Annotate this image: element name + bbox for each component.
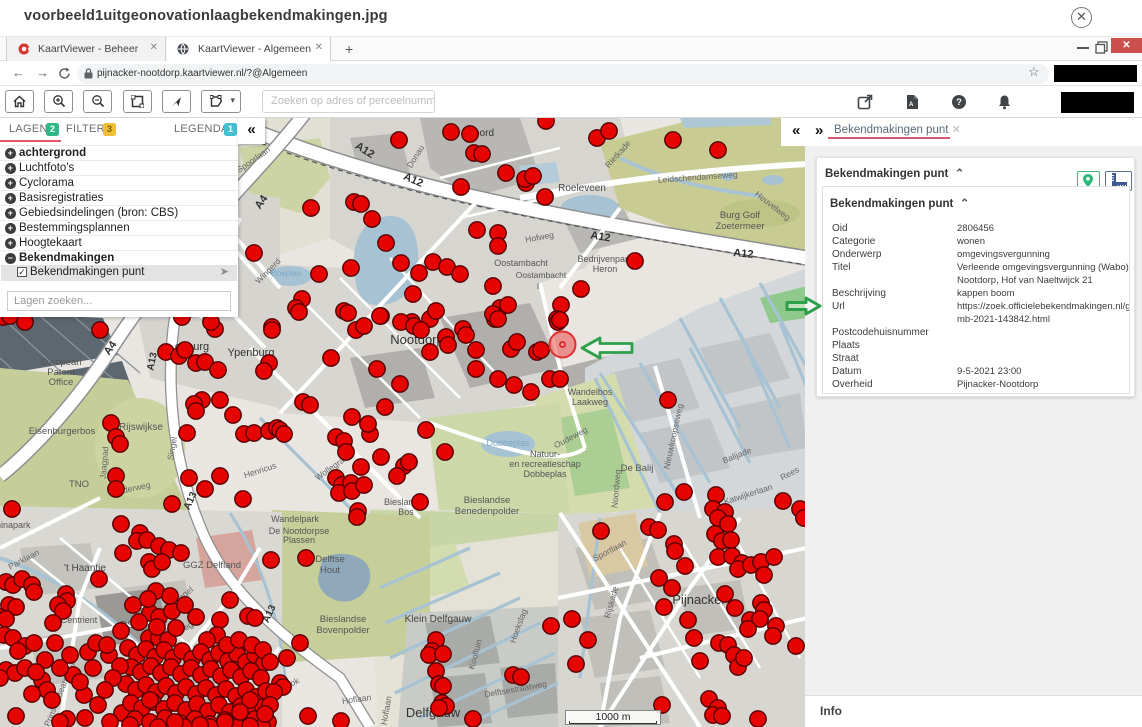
svg-text:Burg Golf: Burg Golf — [720, 210, 760, 221]
svg-text:Oostambacht: Oostambacht — [516, 270, 567, 280]
svg-text:TNO: TNO — [69, 479, 89, 490]
svg-text:Bieslandse: Bieslandse — [464, 495, 510, 506]
svg-text:Benedenpolder: Benedenpolder — [455, 506, 519, 517]
svg-text:Bos: Bos — [398, 507, 414, 517]
svg-text:Bedrijvenpark: Bedrijvenpark — [577, 254, 633, 264]
svg-text:Hout: Hout — [320, 565, 340, 576]
svg-text:Laakweg: Laakweg — [572, 397, 608, 407]
svg-text:Dobbeplas: Dobbeplas — [486, 438, 530, 448]
svg-text:Plassen: Plassen — [283, 535, 315, 545]
svg-text:Roeleveen: Roeleveen — [558, 183, 606, 194]
svg-text:Office: Office — [49, 377, 74, 388]
svg-text:Bosplas: Bosplas — [271, 268, 301, 278]
svg-text:Wandelpark: Wandelpark — [271, 514, 319, 524]
svg-text:A: A — [909, 102, 914, 108]
svg-text:Heron: Heron — [593, 264, 618, 274]
svg-text:Natuur-: Natuur- — [530, 449, 560, 459]
svg-text:Dobbeplas: Dobbeplas — [523, 469, 567, 479]
svg-text:Elsenburgerbos: Elsenburgerbos — [29, 426, 96, 437]
svg-text:Oostambacht: Oostambacht — [494, 258, 548, 268]
svg-text:Rijswijkse: Rijswijkse — [119, 422, 163, 433]
svg-text:minapark: minapark — [0, 520, 31, 530]
svg-text:GGZ Delfland: GGZ Delfland — [183, 560, 241, 571]
svg-text:en recreatieschap: en recreatieschap — [509, 459, 581, 469]
svg-text:?: ? — [956, 97, 962, 108]
svg-text:Bieslandse: Bieslandse — [320, 614, 366, 625]
svg-text:I: I — [537, 281, 539, 291]
svg-text:Bovenpolder: Bovenpolder — [316, 625, 369, 636]
svg-text:Delftse: Delftse — [315, 554, 345, 565]
svg-text:Wandelbos: Wandelbos — [568, 387, 613, 397]
svg-text:De Balij: De Balij — [621, 463, 654, 474]
svg-text:Klein Delfgauw: Klein Delfgauw — [405, 614, 472, 625]
svg-text:A12: A12 — [733, 247, 754, 261]
svg-text:Zoetermeer: Zoetermeer — [715, 221, 764, 232]
